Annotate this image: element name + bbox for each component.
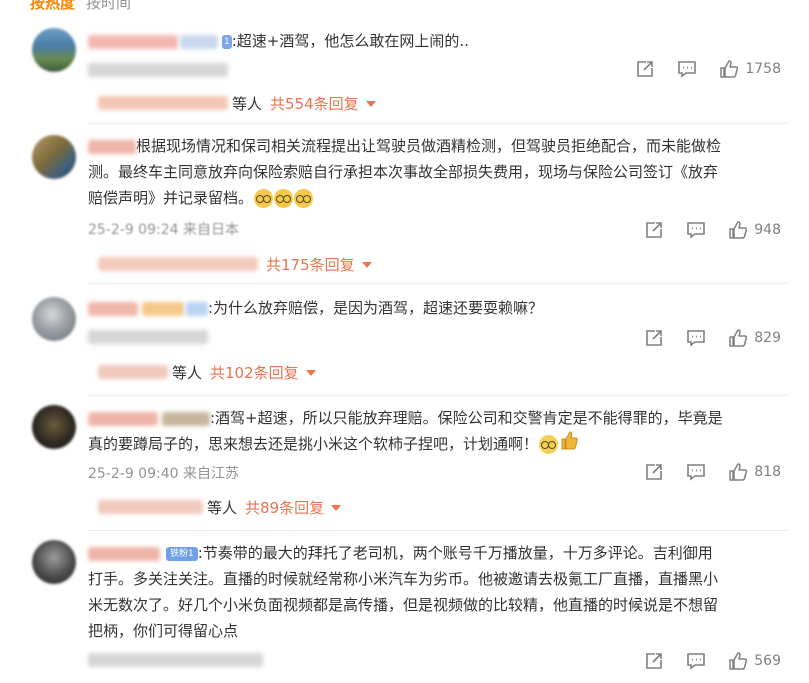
user-tag — [142, 301, 184, 316]
comment-button[interactable] — [686, 651, 706, 671]
share-button[interactable] — [644, 220, 664, 240]
username[interactable] — [88, 34, 178, 49]
chevron-down-icon — [361, 262, 372, 268]
surprised-face-emoji — [539, 435, 559, 454]
reply-users — [98, 500, 203, 514]
reply-users — [98, 365, 168, 379]
like-count: 829 — [754, 330, 781, 346]
avatar[interactable] — [32, 135, 76, 179]
replies-link[interactable]: 等人 共89条回复 — [98, 496, 342, 518]
share-icon — [646, 330, 663, 346]
reply-count[interactable]: 共89条回复 — [245, 497, 324, 518]
comment-icon — [687, 653, 706, 670]
reply-count[interactable]: 共102条回复 — [210, 362, 299, 383]
comment-meta — [88, 62, 228, 78]
comment-button[interactable] — [686, 220, 706, 240]
reply-count[interactable]: 共175条回复 — [266, 254, 355, 275]
like-button[interactable]: 1758 — [719, 59, 781, 79]
divider — [88, 123, 789, 124]
like-button[interactable]: 569 — [728, 651, 781, 671]
username[interactable] — [88, 139, 136, 154]
replies-link[interactable]: 共175条回复 — [98, 253, 372, 275]
thumbs-up-icon — [729, 221, 748, 239]
comment-meta: 25-2-9 09:24 来自日本 — [88, 222, 239, 238]
comment-meta: 25-2-9 09:40 来自江苏 — [88, 466, 239, 482]
reply-users — [98, 257, 258, 271]
thumbs-up-icon — [729, 652, 748, 670]
like-count: 569 — [754, 653, 781, 669]
divider — [88, 395, 789, 396]
avatar[interactable] — [32, 28, 76, 72]
comment-text-line: :酒驾+超速，所以只能放弃理赔。保险公司和交警肯定是不能得罪的，毕竟是 — [210, 409, 723, 427]
replies-link[interactable]: 等人 共102条回复 — [98, 361, 316, 383]
comment-meta — [88, 652, 263, 668]
avatar[interactable] — [32, 405, 76, 449]
user-tag — [180, 34, 218, 49]
like-count: 818 — [754, 464, 781, 480]
avatar[interactable] — [32, 297, 76, 341]
comment-icon — [687, 222, 706, 239]
comment-text-line: 把柄，你们可得留心点 — [88, 622, 239, 640]
share-button[interactable] — [644, 328, 664, 348]
comment-text-line: 测。最终车主同意放弃向保险索赔自行承担本次事故全部损失费用，现场与保险公司签订《… — [88, 163, 719, 181]
replies-link[interactable]: 等人 共554条回复 — [98, 92, 376, 114]
reply-count[interactable]: 共554条回复 — [270, 93, 359, 114]
dizzy-face-emoji — [274, 189, 294, 208]
comment-text: :超速+酒驾，他怎么敢在网上闹的.. — [231, 32, 469, 50]
avatar[interactable] — [32, 540, 76, 584]
thumbs-up-icon — [729, 329, 748, 347]
tab-time[interactable]: 按时间 — [86, 0, 131, 13]
tab-hot[interactable]: 按热度 — [30, 0, 75, 13]
sort-tabs: 按热度 按时间 — [0, 0, 809, 12]
comment-icon — [687, 464, 706, 481]
thumbs-up-emoji — [561, 431, 578, 458]
share-button[interactable] — [635, 59, 655, 79]
share-icon — [637, 61, 654, 77]
share-icon — [646, 653, 663, 669]
comment-text: :为什么放弃赔偿，是因为酒驾，超速还要耍赖嘛？ — [208, 299, 544, 317]
fan-badge: 1 — [222, 34, 232, 49]
chevron-down-icon — [331, 505, 342, 511]
reply-users — [98, 96, 228, 110]
user-tag — [162, 411, 210, 426]
comment-text-line: :节奏带的最大的拜托了老司机，两个账号千万播放量，十万多评论。吉利御用 — [197, 544, 713, 562]
username[interactable] — [88, 546, 160, 561]
username[interactable] — [88, 301, 138, 316]
comment-button[interactable] — [686, 328, 706, 348]
fan-badge: 铁粉1 — [166, 546, 198, 561]
user-tag — [186, 301, 208, 316]
comment-text-line: 打手。多关注关注。直播的时候就经常称小米汽车为劣币。他被邀请去极氪工厂直播，直播… — [88, 570, 719, 588]
chevron-down-icon — [365, 101, 376, 107]
comment-meta — [88, 329, 208, 345]
comment-button[interactable] — [677, 59, 697, 79]
comment-text-line: 真的要蹲局子的，思来想去还是挑小米这个软柿子捏吧，计划通啊！ — [88, 435, 539, 453]
divider — [88, 283, 789, 284]
like-button[interactable]: 829 — [728, 328, 781, 348]
share-button[interactable] — [644, 462, 664, 482]
share-icon — [646, 464, 663, 480]
comment-text-line: 赔偿声明》并记录留档。 — [88, 189, 254, 207]
chevron-down-icon — [305, 370, 316, 376]
comment-icon — [687, 330, 706, 347]
like-count: 948 — [754, 222, 781, 238]
like-button[interactable]: 818 — [728, 462, 781, 482]
comment-icon — [678, 61, 697, 78]
share-icon — [646, 222, 663, 238]
like-button[interactable]: 948 — [728, 220, 781, 240]
comment-text-line: 米无数次了。好几个小米负面视频都是高传播，但是视频做的比较精，他直播的时候说是不… — [88, 596, 719, 614]
divider — [88, 530, 789, 531]
comment-button[interactable] — [686, 462, 706, 482]
thumbs-up-icon — [720, 60, 739, 78]
username[interactable] — [88, 411, 158, 426]
dizzy-face-emoji — [254, 189, 274, 208]
share-button[interactable] — [644, 651, 664, 671]
dizzy-face-emoji — [294, 189, 314, 208]
like-count: 1758 — [745, 61, 781, 77]
thumbs-up-icon — [729, 463, 748, 481]
comment-text-line: 根据现场情况和保司相关流程提出让驾驶员做酒精检测，但驾驶员拒绝配合，而未能做检 — [136, 137, 722, 155]
